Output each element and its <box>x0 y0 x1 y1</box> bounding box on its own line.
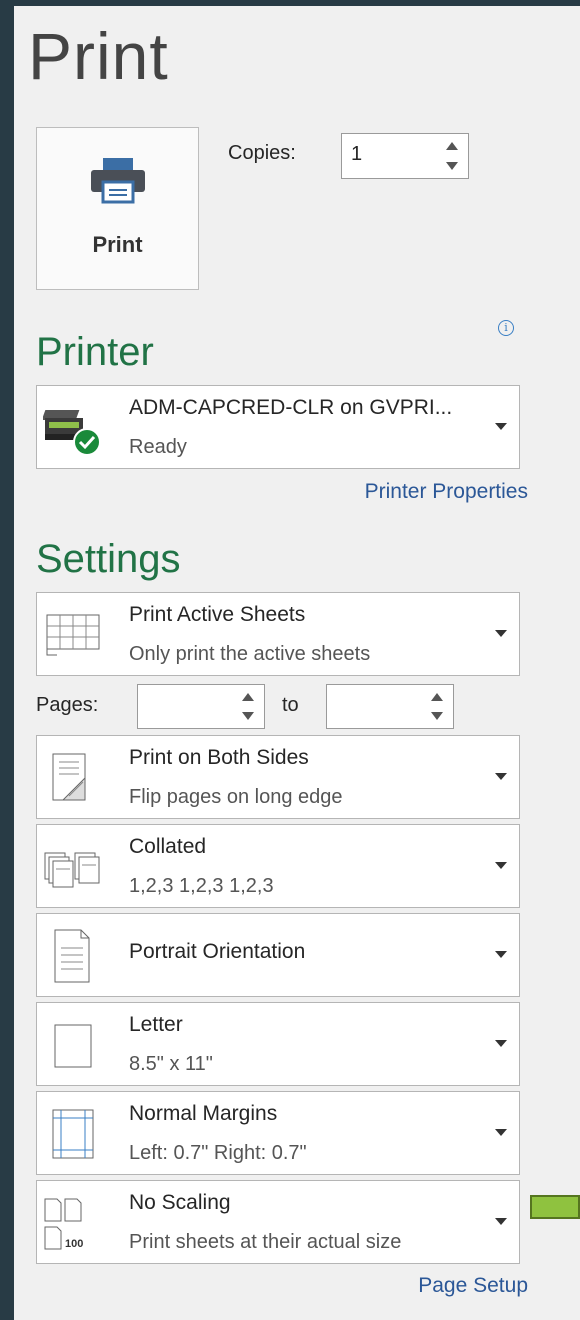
chevron-down-icon <box>495 862 507 869</box>
sides-select[interactable]: Print on Both Sides Flip pages on long e… <box>36 735 520 819</box>
collation-select[interactable]: Collated 1,2,3 1,2,3 1,2,3 <box>36 824 520 908</box>
chevron-down-icon <box>495 630 507 637</box>
orientation-select[interactable]: Portrait Orientation <box>36 913 520 997</box>
collation-main: Collated <box>129 835 207 858</box>
margins-sub: Left: 0.7" Right: 0.7" <box>129 1142 307 1164</box>
pages-to-label: to <box>282 694 299 716</box>
scaling-select[interactable]: 100 No Scaling Print sheets at their act… <box>36 1180 520 1264</box>
print-what-select[interactable]: Print Active Sheets Only print the activ… <box>36 592 520 676</box>
collation-sub: 1,2,3 1,2,3 1,2,3 <box>129 875 274 897</box>
paper-sub: 8.5" x 11" <box>129 1053 213 1075</box>
print-button[interactable]: Print <box>36 127 199 290</box>
info-icon[interactable]: i <box>498 320 514 336</box>
scaling-icon: 100 <box>44 1198 83 1250</box>
settings-heading: Settings <box>36 537 181 581</box>
pointer-marker <box>530 1195 580 1219</box>
pages-to-increment-icon[interactable] <box>431 693 443 701</box>
printer-name: ADM-CAPCRED-CLR on GVPRI... <box>129 396 453 419</box>
page-title: Print <box>28 19 169 93</box>
sheet-grid-icon <box>46 614 100 656</box>
pages-to-stepper[interactable] <box>326 684 454 729</box>
chevron-down-icon <box>495 1129 507 1136</box>
margins-icon <box>52 1109 94 1159</box>
scaling-badge: 100 <box>65 1238 83 1250</box>
scaling-sub: Print sheets at their actual size <box>129 1231 402 1253</box>
pages-from-increment-icon[interactable] <box>242 693 254 701</box>
printer-icon <box>91 158 145 204</box>
print-what-main: Print Active Sheets <box>129 603 306 626</box>
printer-heading: Printer <box>36 330 154 374</box>
copies-increment-icon[interactable] <box>446 142 458 150</box>
page-setup-link[interactable]: Page Setup <box>418 1274 528 1298</box>
margins-main: Normal Margins <box>129 1102 278 1125</box>
orientation-main: Portrait Orientation <box>129 940 306 963</box>
both-sides-icon <box>52 753 86 801</box>
print-button-label: Print <box>92 232 143 257</box>
pages-label: Pages: <box>36 694 99 716</box>
printer-ready-icon <box>43 410 101 456</box>
pages-to-decrement-icon[interactable] <box>431 712 443 720</box>
paper-size-icon <box>54 1024 92 1068</box>
printer-properties-link[interactable]: Printer Properties <box>365 480 528 504</box>
chevron-down-icon <box>495 1040 507 1047</box>
sides-sub: Flip pages on long edge <box>129 786 343 808</box>
chevron-down-icon <box>495 773 507 780</box>
margins-select[interactable]: Normal Margins Left: 0.7" Right: 0.7" <box>36 1091 520 1175</box>
printer-status: Ready <box>129 436 187 458</box>
scaling-main: No Scaling <box>129 1191 231 1214</box>
chevron-down-icon <box>495 951 507 958</box>
paper-main: Letter <box>129 1013 183 1036</box>
pages-from-stepper[interactable] <box>137 684 265 729</box>
portrait-icon <box>54 929 90 983</box>
sides-main: Print on Both Sides <box>129 746 309 769</box>
copies-decrement-icon[interactable] <box>446 162 458 170</box>
copies-value: 1 <box>351 143 363 165</box>
chevron-down-icon <box>495 1218 507 1225</box>
printer-select[interactable]: ADM-CAPCRED-CLR on GVPRI... Ready <box>36 385 520 469</box>
copies-label: Copies: <box>228 142 296 164</box>
chevron-down-icon <box>495 423 507 430</box>
copies-stepper[interactable]: 1 <box>341 133 469 179</box>
pages-from-decrement-icon[interactable] <box>242 712 254 720</box>
print-what-sub: Only print the active sheets <box>129 643 371 665</box>
collated-icon <box>44 852 100 888</box>
paper-size-select[interactable]: Letter 8.5" x 11" <box>36 1002 520 1086</box>
